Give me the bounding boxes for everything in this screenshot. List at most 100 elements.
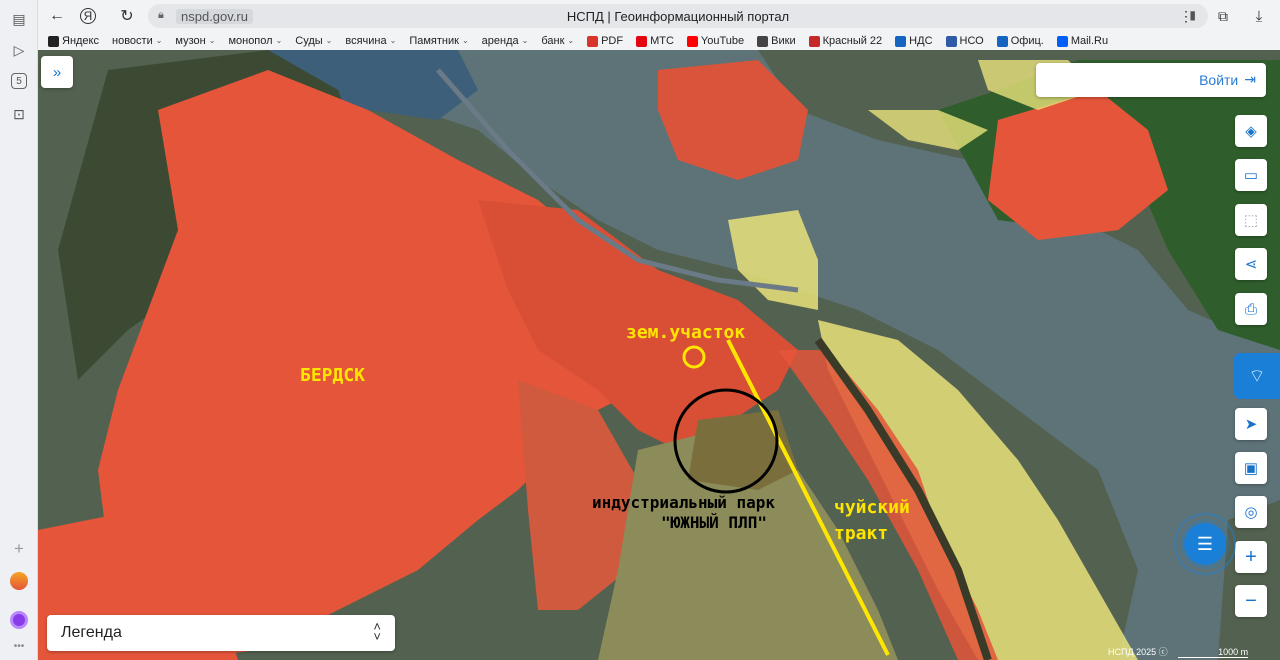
bookmark-item[interactable]: Красный 22 <box>808 34 882 48</box>
pdf-icon <box>587 35 599 47</box>
collections-icon[interactable]: ▤ <box>9 9 29 29</box>
bookmark-item[interactable]: всячина ⌄ <box>345 34 396 48</box>
chevron-down-icon: ⌄ <box>275 36 283 45</box>
calendar-icon[interactable]: 5 <box>11 73 27 89</box>
bookmark-item[interactable]: МТС <box>636 34 674 48</box>
bookmark-label: НСО <box>959 35 984 47</box>
label-park-2: "ЮЖНЫЙ ПЛП" <box>661 513 767 532</box>
label-road-1: чуйский <box>834 497 910 518</box>
geolocation-button[interactable]: ➤ <box>1235 408 1267 440</box>
legend-label: Легенда <box>61 624 122 641</box>
bookmark-label: Офиц. <box>1010 35 1044 47</box>
chat-button[interactable]: ☰ <box>1184 523 1226 565</box>
browser-toolbar: ← Я ↻ 🔒︎ nspd.gov.ru НСПД | Геоинформаци… <box>38 0 1280 32</box>
more-icon[interactable]: ••• <box>9 636 29 656</box>
bookmark-item[interactable]: новости ⌄ <box>112 34 162 48</box>
bookmark-item[interactable]: YouTube <box>686 34 745 48</box>
extensions-icon[interactable]: ⧉ <box>1212 5 1234 27</box>
chat-icon: ☰ <box>1196 533 1214 554</box>
expand-panel-button[interactable]: » <box>41 56 73 88</box>
chevron-down-icon: ⌄ <box>155 36 163 45</box>
bookmark-label: YouTube <box>700 35 745 47</box>
reload-icon[interactable]: ↻ <box>116 5 138 27</box>
app-icon[interactable] <box>9 571 29 591</box>
badge-icon <box>808 35 820 47</box>
login-button[interactable]: Войти ⇥ <box>1199 71 1256 88</box>
zoom-in-button[interactable]: + <box>1235 541 1267 573</box>
bookmark-item[interactable]: Офиц. <box>996 34 1044 48</box>
chevron-down-icon: ⌄ <box>567 36 575 45</box>
ruler-icon: ▭ <box>1243 167 1259 184</box>
zoom-out-button[interactable]: − <box>1235 585 1267 617</box>
select-icon: ⬚ <box>1243 212 1259 229</box>
legend-panel[interactable]: Легенда ˄ ˅ <box>47 615 395 651</box>
nspd-logo-icon: ⌔ <box>1248 365 1266 386</box>
bookmark-item[interactable]: PDF <box>587 34 623 48</box>
share-icon: ⋖ <box>1244 256 1258 273</box>
back-icon[interactable]: ← <box>46 5 68 27</box>
flag-icon <box>996 35 1008 47</box>
bookmark-label: Памятник <box>409 35 459 47</box>
bookmark-item[interactable]: музон ⌄ <box>175 34 215 48</box>
bookmark-item[interactable]: Яндекс <box>48 34 99 48</box>
login-panel: Войти ⇥ <box>1036 63 1266 97</box>
print-button[interactable]: ⎙ <box>1235 293 1267 325</box>
mts-icon <box>636 35 648 47</box>
layers-button[interactable]: ◈ <box>1235 115 1267 147</box>
share-button[interactable]: ⋖ <box>1235 248 1267 280</box>
chevron-updown-icon: ˄ ˅ <box>373 619 381 644</box>
scale-label: 1000 m <box>1178 647 1249 658</box>
minimap-icon: ▣ <box>1243 460 1259 477</box>
screenshot-icon[interactable]: ⊡ <box>9 104 29 124</box>
copyright-text: НСПД 2025 <box>1108 647 1157 657</box>
bookmark-label: монопол <box>228 35 273 47</box>
label-city: БЕРДСК <box>300 365 366 386</box>
login-icon: ⇥ <box>1244 71 1256 87</box>
add-icon[interactable]: + <box>9 539 29 559</box>
measure-button[interactable]: ▭ <box>1235 159 1267 191</box>
print-icon: ⎙ <box>1244 300 1257 318</box>
alice-icon[interactable] <box>9 610 29 630</box>
chevron-down-icon: ⌄ <box>325 36 333 45</box>
mail-icon <box>1056 35 1068 47</box>
chevron-down-icon: ⌄ <box>461 36 469 45</box>
browser-sidebar: ▤ ▷ 5 ⊡ + ••• <box>0 0 38 660</box>
label-park-1: индустриальный парк <box>592 493 776 512</box>
chevron-down-icon: ⌄ <box>389 36 397 45</box>
bookmark-item[interactable]: монопол ⌄ <box>228 34 282 48</box>
chevron-down-icon: ⌄ <box>521 36 529 45</box>
minimap-button[interactable]: ▣ <box>1235 452 1267 484</box>
double-chevron-right-icon: » <box>52 63 62 81</box>
industrial-park-area <box>688 410 798 490</box>
play-icon[interactable]: ▷ <box>9 40 29 60</box>
wiki-icon <box>757 35 769 47</box>
bookmark-item[interactable]: Вики <box>757 34 796 48</box>
bookmark-place-button[interactable]: ◎ <box>1235 496 1267 528</box>
bookmark-item[interactable]: банк ⌄ <box>541 34 574 48</box>
nspd-brand-button[interactable]: ⌔ <box>1234 353 1280 399</box>
bookmark-label: новости <box>112 35 153 47</box>
bookmark-item[interactable]: НДС <box>895 34 933 48</box>
bookmark-item[interactable]: Mail.Ru <box>1056 34 1109 48</box>
bookmark-label: PDF <box>601 35 624 47</box>
chevron-down-icon: ⌄ <box>208 36 216 45</box>
select-area-button[interactable]: ⬚ <box>1235 204 1267 236</box>
layers-icon: ◈ <box>1245 123 1257 140</box>
bookmark-item[interactable]: аренда ⌄ <box>482 34 529 48</box>
download-icon[interactable]: ⤓ <box>1248 5 1270 27</box>
address-bar[interactable]: 🔒︎ nspd.gov.ru НСПД | Геоинформационный … <box>148 4 1208 28</box>
bookmark-label: Mail.Ru <box>1070 35 1109 47</box>
map-canvas <box>38 50 1280 660</box>
map-view[interactable]: БЕРДСК зем.участок индустриальный парк "… <box>38 50 1280 660</box>
pin-icon: ◎ <box>1244 504 1258 521</box>
bookmark-item[interactable]: Памятник ⌄ <box>409 34 468 48</box>
bookmark-label: Вики <box>771 35 796 47</box>
yandex-icon[interactable]: Я <box>80 8 96 24</box>
bookmark-item[interactable]: Суды ⌄ <box>295 34 332 48</box>
menu-icon[interactable]: ⋮ <box>1175 5 1197 27</box>
nso-icon <box>945 35 957 47</box>
youtube-icon <box>686 35 698 47</box>
bookmark-item[interactable]: НСО <box>945 34 984 48</box>
label-road-2: тракт <box>834 523 889 544</box>
bookmark-label: МТС <box>650 35 674 47</box>
